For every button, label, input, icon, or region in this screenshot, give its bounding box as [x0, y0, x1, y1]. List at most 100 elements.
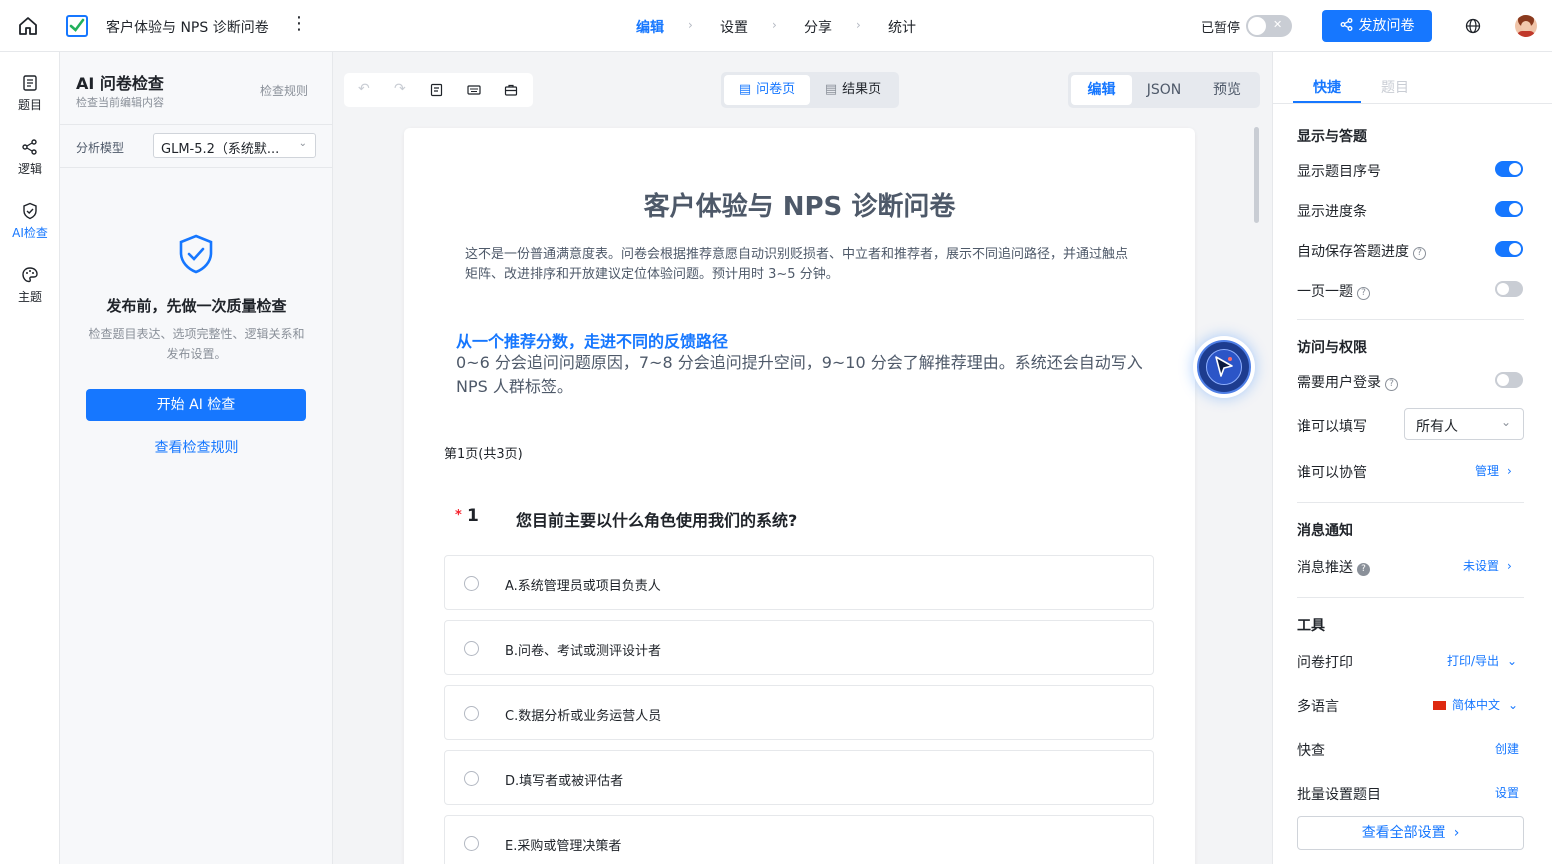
view-all-settings-button[interactable]: 查看全部设置 › [1297, 816, 1524, 850]
section-description[interactable]: 0~6 分会追问问题原因，7~8 分会追问提升空间，9~10 分会了解推荐理由。… [456, 351, 1146, 399]
required-mark: * [455, 508, 462, 523]
share-icon [1340, 18, 1352, 31]
radio-button[interactable] [464, 836, 479, 851]
tab-quick[interactable]: 快捷 [1313, 77, 1341, 97]
who-fill-select[interactable]: 所有人 ⌄ [1404, 408, 1524, 440]
scrollbar[interactable] [1254, 127, 1259, 223]
tab-stats[interactable]: 统计 [888, 17, 916, 37]
view-rules-link[interactable]: 查看检查规则 [60, 437, 333, 457]
mode-json[interactable]: JSON [1132, 75, 1196, 105]
radio-button[interactable] [464, 641, 479, 656]
left-nav: 题目 逻辑 AI检查 主题 [0, 52, 60, 864]
empty-title: 发布前，先做一次质量检查 [106, 297, 287, 315]
radio-button[interactable] [464, 576, 479, 591]
top-bar: 客户体验与 NPS 诊断问卷 ⋮ 编辑 › 设置 › 分享 › 统计 已暂停 ✕… [0, 0, 1552, 52]
publish-button[interactable]: 发放问卷 [1322, 10, 1432, 42]
nav-item-theme[interactable]: 主题 [0, 266, 60, 305]
quick-check-create-link[interactable]: 创建 [1495, 740, 1519, 757]
tab-survey-page[interactable]: ▤ 问卷页 [724, 75, 810, 105]
print-label: 问卷打印 [1297, 655, 1353, 671]
question-option[interactable]: E.采购或管理决策者 [444, 815, 1154, 864]
question-option[interactable]: C.数据分析或业务运营人员 [444, 685, 1154, 740]
chevron-right-icon: › [1507, 559, 1512, 573]
empty-desc: 检查题目表达、选项完整性、逻辑关系和发布设置。 [88, 327, 305, 361]
edit-toolbar: ↶ ↷ [344, 73, 533, 107]
shield-check-icon [179, 234, 213, 274]
palette-icon [22, 267, 38, 283]
show-number-label: 显示题目序号 [1297, 164, 1381, 180]
login-required-toggle[interactable] [1495, 372, 1523, 388]
push-value: 未设置 [1463, 559, 1500, 573]
option-label: E.采购或管理决策者 [505, 839, 622, 854]
help-icon[interactable]: ? [1357, 563, 1370, 576]
text-format-icon[interactable] [430, 83, 444, 97]
option-label: A.系统管理员或项目负责人 [505, 579, 661, 594]
batch-label: 批量设置题目 [1297, 787, 1381, 803]
batch-setting-link[interactable]: 设置 [1495, 784, 1519, 801]
option-label: B.问卷、考试或测评设计者 [505, 644, 662, 659]
avatar[interactable] [1515, 15, 1537, 37]
one-per-page-toggle[interactable] [1495, 281, 1523, 297]
globe-icon[interactable] [1465, 18, 1481, 34]
nav-item-label: AI检查 [12, 226, 48, 240]
one-per-page-label: 一页一题? [1297, 281, 1370, 301]
ai-check-panel: AI 问卷检查 检查当前编辑内容 检查规则 分析模型 GLM-5.2（系统默..… [60, 52, 333, 864]
radio-button[interactable] [464, 771, 479, 786]
question-text[interactable]: 您目前主要以什么角色使用我们的系统? [516, 507, 797, 531]
pause-toggle[interactable]: ✕ [1246, 15, 1292, 37]
tab-result-page[interactable]: ▤ 结果页 [810, 75, 896, 105]
nav-item-label: 题目 [17, 98, 42, 112]
nav-item-questions[interactable]: 题目 [0, 74, 60, 113]
show-number-toggle[interactable] [1495, 161, 1523, 177]
print-export-link[interactable]: 打印/导出 ⌄ [1447, 652, 1517, 669]
survey-description[interactable]: 这不是一份普通满意度表。问卷会根据推荐意愿自动识别贬损者、中立者和推荐者，展示不… [465, 245, 1135, 285]
question-option[interactable]: B.问卷、考试或测评设计者 [444, 620, 1154, 675]
chevron-right-icon: › [688, 18, 693, 32]
tab-edit[interactable]: 编辑 [636, 17, 664, 37]
document-icon: ▤ [824, 82, 838, 97]
home-icon[interactable] [17, 15, 39, 37]
chevron-down-icon: ⌄ [1508, 698, 1519, 712]
radio-button[interactable] [464, 706, 479, 721]
manage-link[interactable]: 管理 › [1475, 462, 1512, 479]
option-label: C.数据分析或业务运营人员 [505, 709, 662, 724]
more-icon[interactable]: ⋮ [290, 14, 308, 34]
survey-canvas-title[interactable]: 客户体验与 NPS 诊断问卷 [404, 186, 1195, 223]
divider [1297, 319, 1524, 320]
page-switcher: ▤ 问卷页 ▤ 结果页 [721, 72, 899, 108]
divider [1297, 597, 1524, 598]
help-icon[interactable]: ? [1385, 378, 1398, 391]
briefcase-icon[interactable] [504, 83, 518, 97]
undo-icon[interactable]: ↶ [358, 81, 370, 97]
help-icon[interactable]: ? [1357, 287, 1370, 300]
china-flag-icon [1433, 701, 1446, 710]
redo-icon[interactable]: ↷ [394, 81, 406, 97]
start-ai-check-button[interactable]: 开始 AI 检查 [86, 389, 306, 421]
section-title-tools: 工具 [1297, 618, 1325, 634]
autosave-toggle[interactable] [1495, 241, 1523, 257]
tab-settings[interactable]: 设置 [720, 17, 748, 37]
question-option[interactable]: A.系统管理员或项目负责人 [444, 555, 1154, 610]
push-setting-link[interactable]: 未设置 › [1463, 557, 1512, 574]
help-icon[interactable]: ? [1413, 247, 1426, 260]
tab-question[interactable]: 题目 [1381, 77, 1409, 97]
nav-item-logic[interactable]: 逻辑 [0, 138, 60, 177]
ai-assistant-button[interactable] [1193, 336, 1255, 398]
divider [60, 124, 333, 125]
paused-label: 已暂停 [1201, 21, 1241, 36]
keyboard-icon[interactable] [467, 83, 481, 97]
section-title[interactable]: 从一个推荐分数，走进不同的反馈路径 [456, 328, 728, 352]
show-progress-toggle[interactable] [1495, 201, 1523, 217]
tab-share[interactable]: 分享 [804, 17, 832, 37]
mode-edit[interactable]: 编辑 [1071, 75, 1132, 105]
mode-preview[interactable]: 预览 [1196, 75, 1258, 105]
nav-item-ai-check[interactable]: AI检查 [0, 202, 60, 241]
language-select[interactable]: 简体中文 ⌄ [1433, 696, 1518, 713]
autosave-text: 自动保存答题进度 [1297, 244, 1409, 260]
model-select-value: GLM-5.2（系统默... [161, 142, 280, 157]
model-select[interactable]: GLM-5.2（系统默... ⌄ [153, 133, 316, 158]
print-value: 打印/导出 [1447, 654, 1500, 668]
question-option[interactable]: D.填写者或被评估者 [444, 750, 1154, 805]
show-progress-label: 显示进度条 [1297, 204, 1367, 220]
check-rules-link[interactable]: 检查规则 [260, 82, 308, 99]
